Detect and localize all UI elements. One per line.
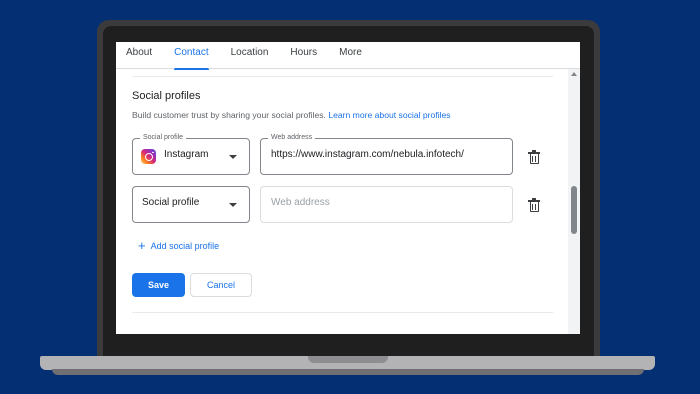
tab-contact[interactable]: Contact: [174, 42, 210, 70]
instagram-icon: [141, 149, 156, 164]
delete-icon[interactable]: [528, 198, 540, 212]
laptop-screen: About Contact Location Hours More Social…: [116, 42, 580, 334]
social-profile-label: Social profile: [140, 133, 187, 143]
web-address-label: Web address: [268, 133, 316, 143]
social-profile-placeholder: Social profile: [142, 197, 200, 208]
dropdown-arrow-icon: [229, 155, 237, 159]
tab-more[interactable]: More: [339, 42, 362, 69]
add-social-profile-button[interactable]: + Add social profile: [138, 238, 219, 253]
web-address-placeholder: Web address: [271, 197, 330, 208]
plus-icon: +: [138, 238, 146, 253]
tab-about[interactable]: About: [126, 42, 152, 69]
tab-hours[interactable]: Hours: [290, 42, 317, 69]
tab-bar: About Contact Location Hours More: [116, 42, 580, 70]
social-profile-select[interactable]: Social profile Instagram: [132, 133, 250, 175]
scroll-up-arrow-icon[interactable]: [571, 72, 577, 76]
save-button[interactable]: Save: [132, 273, 185, 297]
section-description: Build customer trust by sharing your soc…: [132, 110, 451, 120]
delete-icon[interactable]: [528, 150, 540, 164]
tab-location[interactable]: Location: [231, 42, 269, 69]
social-profile-value: Instagram: [164, 149, 209, 160]
social-profile-select-empty[interactable]: Social profile: [132, 186, 250, 223]
laptop-notch: [308, 356, 388, 363]
divider: [132, 76, 553, 77]
scrollbar[interactable]: [568, 69, 580, 334]
web-address-field[interactable]: Web address https://www.instagram.com/ne…: [260, 133, 513, 175]
add-social-profile-label: Add social profile: [150, 241, 220, 251]
web-address-field-empty[interactable]: Web address: [260, 186, 513, 223]
section-title: Social profiles: [132, 90, 201, 102]
learn-more-link[interactable]: Learn more about social profiles: [328, 110, 450, 120]
dropdown-arrow-icon: [229, 203, 237, 207]
divider: [132, 312, 553, 313]
cancel-button[interactable]: Cancel: [190, 273, 252, 297]
web-address-value: https://www.instagram.com/nebula.infotec…: [271, 149, 464, 160]
description-text: Build customer trust by sharing your soc…: [132, 110, 326, 120]
laptop-base-shadow: [52, 369, 644, 375]
scrollbar-thumb[interactable]: [571, 186, 577, 234]
